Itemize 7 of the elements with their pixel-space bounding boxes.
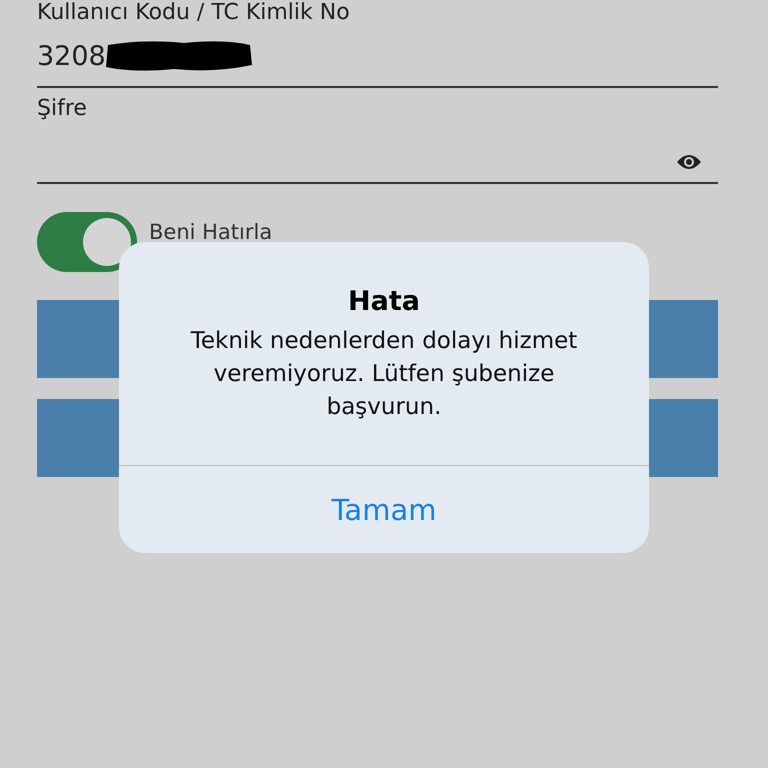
alert-message: Teknik nedenlerden dolayı hizmet veremiyoruz. Lütfen şubenize başvurun. (190, 327, 578, 422)
eye-icon[interactable] (676, 152, 702, 172)
username-label: Kullanıcı Kodu / TC Kimlik No (37, 0, 351, 26)
password-label: Şifre (37, 96, 88, 122)
alert-title: Hata (348, 286, 420, 317)
username-field[interactable]: 3208 (37, 26, 718, 88)
remember-label: Beni Hatırla (149, 220, 272, 244)
